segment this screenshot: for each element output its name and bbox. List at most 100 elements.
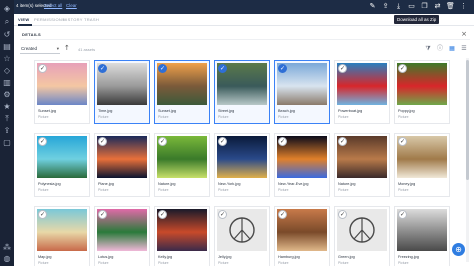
sort-field-select[interactable]: Created ▾ (20, 45, 60, 54)
asset-card[interactable]: ✓ Polynesia.jpg Picture (34, 133, 90, 197)
list-view-icon[interactable]: ☰ (460, 45, 468, 53)
select-checkbox[interactable]: ✓ (158, 64, 167, 73)
select-checkbox[interactable]: ✓ (338, 137, 347, 146)
settings-icon[interactable]: ⚙ (2, 90, 12, 100)
upload-icon[interactable]: ⤒ (2, 114, 12, 124)
asset-name: Beach.jpg (278, 109, 295, 113)
select-checkbox[interactable]: ✓ (158, 210, 167, 219)
select-checkbox[interactable]: ✓ (98, 210, 107, 219)
move-icon[interactable]: ⇄ (433, 2, 442, 11)
download-icon[interactable]: ⤓ (394, 2, 403, 11)
clear-selection-link[interactable]: Clear (66, 3, 77, 8)
logo-icon[interactable]: ◈ (2, 4, 12, 14)
left-nav-rail: ◈ ⌕ ↺ ▤ ☆ ◇ ▥ ⚙ ★ ⤒ ⇪ ▢ ⁂ ◍ (0, 0, 14, 266)
select-checkbox[interactable]: ✓ (278, 210, 287, 219)
select-checkbox[interactable]: ✓ (338, 210, 347, 219)
add-icon[interactable]: ⊕ (452, 243, 465, 256)
grid-view-icon[interactable]: ▦ (448, 45, 456, 53)
active-tab-indicator (18, 24, 32, 26)
network-icon[interactable]: ⁂ (2, 243, 12, 253)
share-icon[interactable]: ⇪ (2, 126, 12, 136)
select-checkbox[interactable]: ✓ (278, 137, 287, 146)
asset-card[interactable]: ✓ New-Year-Eve.jpg Picture (274, 133, 330, 197)
select-checkbox[interactable]: ✓ (398, 64, 407, 73)
select-checkbox[interactable]: ✓ (398, 210, 407, 219)
asset-type: Picture (158, 188, 169, 192)
delete-icon[interactable]: 🗑 (446, 2, 455, 11)
asset-name: Kelly.jpg (158, 255, 173, 259)
tag-icon[interactable]: ◇ (2, 66, 12, 76)
asset-name: Hamburg.jpg (278, 255, 300, 259)
select-checkbox[interactable]: ✓ (278, 64, 287, 73)
asset-card[interactable]: ✓ Green.jpg Picture (334, 206, 390, 266)
select-checkbox[interactable]: ✓ (338, 64, 347, 73)
select-checkbox[interactable]: ✓ (38, 137, 47, 146)
close-icon[interactable]: × (461, 30, 467, 38)
select-checkbox[interactable]: ✓ (158, 137, 167, 146)
filter-icon[interactable]: ⧩ (424, 45, 432, 53)
asset-card[interactable]: ✓ Freezing.jpg Picture (394, 206, 450, 266)
select-checkbox[interactable]: ✓ (398, 137, 407, 146)
asset-card[interactable]: ✓ Sunset.jpg Picture (34, 60, 90, 124)
details-label: DETAILS (22, 32, 41, 37)
asset-type: Picture (278, 115, 289, 119)
more-icon[interactable]: ⋮ (459, 2, 468, 11)
tab-view[interactable]: VIEW (18, 17, 29, 22)
select-checkbox[interactable]: ✓ (98, 64, 107, 73)
select-checkbox[interactable]: ✓ (218, 137, 227, 146)
edit-icon[interactable]: ✎ (368, 2, 377, 11)
search-icon[interactable]: ⌕ (2, 17, 12, 27)
info-icon[interactable]: ⓘ (436, 45, 444, 53)
asset-card[interactable]: ✓ Sunset.jpg Picture (154, 60, 210, 124)
asset-type: Picture (98, 115, 109, 119)
asset-card[interactable]: ✓ Powerboat.jpg Picture (334, 60, 390, 124)
history-icon[interactable]: ↺ (2, 30, 12, 40)
asset-name: Money.jpg (398, 182, 416, 186)
asset-name: New-York.jpg (218, 182, 241, 186)
asset-card[interactable]: ✓ Map.jpg Picture (34, 206, 90, 266)
select-checkbox[interactable]: ✓ (38, 210, 47, 219)
asset-name: Polynesia.jpg (38, 182, 61, 186)
asset-card[interactable]: ✓ Nature.jpg Picture (334, 133, 390, 197)
select-checkbox[interactable]: ✓ (218, 64, 227, 73)
asset-card[interactable]: ✓ New-York.jpg Picture (214, 133, 270, 197)
asset-card[interactable]: ✓ Money.jpg Picture (394, 133, 450, 197)
asset-card[interactable]: ✓ Hamburg.jpg Picture (274, 206, 330, 266)
select-checkbox[interactable]: ✓ (38, 64, 47, 73)
tab-permissions[interactable]: PERMISSIONS (34, 17, 65, 22)
asset-type: Picture (38, 261, 49, 265)
asset-card[interactable]: ✓ Jelly.jpg Picture (214, 206, 270, 266)
select-all-link[interactable]: Select all (44, 3, 62, 8)
select-checkbox[interactable]: ✓ (218, 210, 227, 219)
trash-icon[interactable]: ▢ (2, 138, 12, 148)
scrollbar-thumb[interactable] (466, 60, 469, 180)
asset-card[interactable]: ✓ Kelly.jpg Picture (154, 206, 210, 266)
asset-card[interactable]: ✓ Plane.jpg Picture (94, 133, 150, 197)
select-checkbox[interactable]: ✓ (98, 137, 107, 146)
copy-icon[interactable]: ❐ (420, 2, 429, 11)
asset-type: Picture (398, 261, 409, 265)
asset-card[interactable]: ✓ Nature.jpg Picture (154, 133, 210, 197)
folder-icon[interactable]: ▤ (2, 42, 12, 52)
asset-type: Picture (398, 188, 409, 192)
sort-direction-icon[interactable]: ↑ (64, 44, 70, 52)
asset-type: Picture (38, 188, 49, 192)
asset-type: Picture (398, 115, 409, 119)
asset-card[interactable]: ✓ Beach.jpg Picture (274, 60, 330, 124)
asset-card[interactable]: ✓ Lotus.jpg Picture (94, 206, 150, 266)
asset-type: Picture (338, 188, 349, 192)
user-icon[interactable]: ◍ (2, 254, 12, 264)
star-icon[interactable]: ☆ (2, 54, 12, 64)
asset-name: Green.jpg (338, 255, 355, 259)
asset-card[interactable]: ✓ Poppy.jpg Picture (394, 60, 450, 124)
asset-name: Time.jpg (98, 109, 113, 113)
asset-card[interactable]: ✓ Street.jpg Picture (214, 60, 270, 124)
asset-card[interactable]: ✓ Time.jpg Picture (94, 60, 150, 124)
collection-icon[interactable]: ▥ (2, 78, 12, 88)
folder-icon[interactable]: ▭ (407, 2, 416, 11)
star-filled-icon[interactable]: ★ (2, 102, 12, 112)
asset-type: Picture (338, 261, 349, 265)
tab-history[interactable]: HISTORY (63, 17, 83, 22)
tab-trash[interactable]: TRASH (84, 17, 99, 22)
share-icon[interactable]: ⇪ (381, 2, 390, 11)
